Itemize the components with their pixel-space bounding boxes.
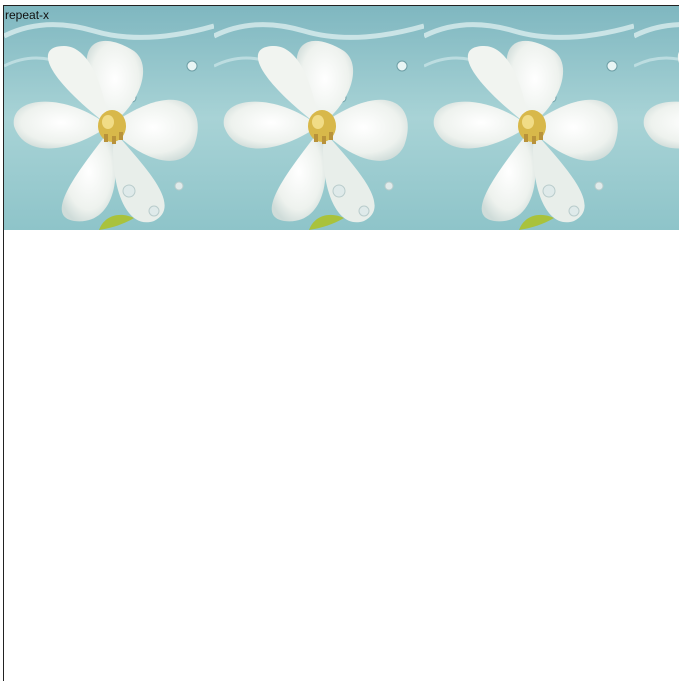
background-tile-strip: [4, 6, 679, 230]
flower-tile: [634, 6, 679, 230]
white-flower-image: [634, 6, 679, 230]
white-flower-image: [214, 6, 424, 230]
white-flower-image: [424, 6, 634, 230]
white-flower-image: [4, 6, 214, 230]
repeat-mode-label: repeat-x: [5, 8, 50, 22]
flower-tile: [424, 6, 634, 230]
flower-tile: [214, 6, 424, 230]
flower-tile: [4, 6, 214, 230]
repeat-x-demo-box: repeat-x: [3, 5, 679, 681]
